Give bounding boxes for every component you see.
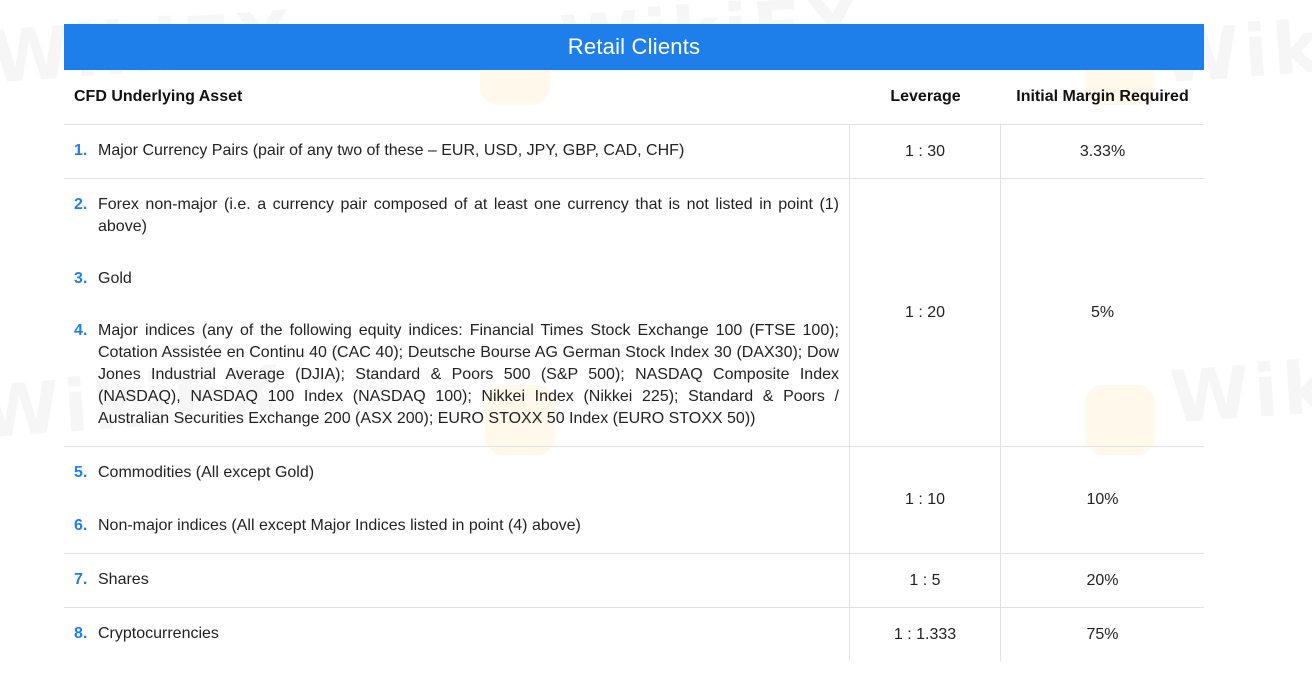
- item-number: 5.: [74, 464, 88, 481]
- list-item: 6. Non-major indices (All except Major In…: [64, 484, 849, 537]
- item-text: Major indices (any of the following equi…: [98, 322, 839, 427]
- table-row: 8. Cryptocurrencies 1 : 1.333 75%: [64, 608, 1204, 661]
- item-text: Shares: [98, 571, 149, 588]
- item-text: Forex non-major (i.e. a currency pair co…: [98, 196, 839, 235]
- leverage-cell: 1 : 30: [850, 125, 1001, 178]
- asset-cell: 5. Commodities (All except Gold) 6. Non-maj…: [64, 447, 850, 553]
- table-row: 7. Shares 1 : 5 20%: [64, 554, 1204, 608]
- item-text: Non-major indices (All except Major Indi…: [98, 517, 581, 534]
- item-text: Major Currency Pairs (pair of any two of…: [98, 142, 685, 159]
- leverage-cell: 1 : 5: [850, 554, 1001, 607]
- leverage-cell: 1 : 20: [850, 179, 1001, 446]
- item-text: Commodities (All except Gold): [98, 464, 315, 481]
- asset-cell: 2. Forex non-major (i.e. a currency pair …: [64, 179, 850, 446]
- item-text: Cryptocurrencies: [98, 625, 219, 642]
- header-margin: Initial Margin Required: [1016, 88, 1189, 105]
- list-item: 5. Commodities (All except Gold): [64, 447, 849, 484]
- margin-cell: 3.33%: [1079, 142, 1126, 160]
- header-leverage: Leverage: [890, 88, 961, 105]
- asset-cell: 7. Shares: [64, 554, 850, 607]
- header-asset: CFD Underlying Asset: [74, 88, 243, 105]
- item-number: 3.: [74, 270, 88, 287]
- margin-cell: 20%: [1086, 571, 1119, 589]
- item-number: 6.: [74, 517, 88, 534]
- margin-cell: 75%: [1086, 625, 1119, 643]
- list-item: 4. Major indices (any of the following eq…: [64, 290, 849, 430]
- item-number: 2.: [74, 196, 88, 213]
- asset-cell: 8. Cryptocurrencies: [64, 608, 850, 661]
- table-row: 2. Forex non-major (i.e. a currency pair …: [64, 179, 1204, 447]
- item-text: Gold: [98, 270, 132, 287]
- list-item: 7. Shares: [64, 554, 849, 591]
- asset-cell: 1. Major Currency Pairs (pair of any two …: [64, 125, 850, 178]
- list-item: 2. Forex non-major (i.e. a currency pair …: [64, 179, 849, 238]
- table-title: Retail Clients: [64, 24, 1204, 70]
- leverage-cell: 1 : 10: [850, 447, 1001, 553]
- retail-clients-table: Retail Clients CFD Underlying Asset Leve…: [64, 24, 1204, 661]
- list-item: 1. Major Currency Pairs (pair of any two …: [64, 125, 849, 162]
- item-number: 8.: [74, 625, 88, 642]
- table-row: 5. Commodities (All except Gold) 6. Non-maj…: [64, 447, 1204, 554]
- item-number: 1.: [74, 142, 88, 159]
- list-item: 8. Cryptocurrencies: [64, 608, 849, 645]
- margin-cell: 5%: [1090, 303, 1115, 321]
- item-number: 4.: [74, 322, 88, 339]
- table-header-row: CFD Underlying Asset Leverage Initial Ma…: [64, 70, 1204, 125]
- table-row: 1. Major Currency Pairs (pair of any two …: [64, 125, 1204, 179]
- leverage-cell: 1 : 1.333: [850, 608, 1001, 661]
- table-body: 1. Major Currency Pairs (pair of any two …: [64, 125, 1204, 661]
- margin-cell: 10%: [1086, 491, 1119, 508]
- item-number: 7.: [74, 571, 88, 588]
- list-item: 3. Gold: [64, 238, 849, 290]
